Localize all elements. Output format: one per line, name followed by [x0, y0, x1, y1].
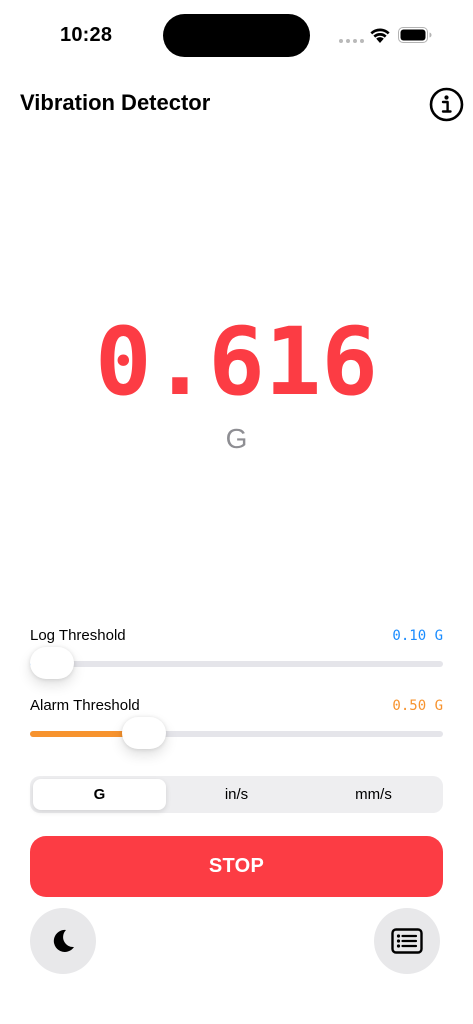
segment-mm-per-s[interactable]: mm/s: [307, 779, 440, 810]
log-threshold-thumb[interactable]: [30, 647, 74, 679]
info-icon[interactable]: [429, 87, 464, 122]
stop-button[interactable]: STOP: [30, 836, 443, 897]
cellular-signal-icon: [339, 39, 364, 43]
alarm-threshold-thumb[interactable]: [122, 717, 167, 749]
alarm-threshold-value: 0.50 G: [392, 698, 443, 714]
segment-in-per-s[interactable]: in/s: [170, 779, 303, 810]
vibration-reading: 0.616: [95, 308, 378, 417]
log-threshold-value: 0.10 G: [392, 628, 443, 644]
dynamic-island: [163, 14, 310, 57]
segment-g[interactable]: G: [33, 779, 166, 810]
unit-segmented-control: G in/s mm/s: [30, 776, 443, 813]
wifi-icon: [370, 28, 390, 43]
page-title: Vibration Detector: [20, 90, 211, 115]
status-time: 10:28: [60, 24, 113, 46]
log-list-button[interactable]: [374, 908, 440, 974]
reading-unit: G: [225, 423, 248, 454]
log-threshold-label: Log Threshold: [30, 627, 126, 644]
log-list-icon: [391, 928, 423, 954]
battery-icon: [398, 27, 432, 43]
log-threshold-slider[interactable]: [30, 647, 443, 679]
alarm-threshold-label: Alarm Threshold: [30, 697, 140, 714]
moon-icon: [53, 929, 74, 952]
alarm-threshold-slider[interactable]: [30, 717, 443, 749]
dark-mode-button[interactable]: [30, 908, 96, 974]
